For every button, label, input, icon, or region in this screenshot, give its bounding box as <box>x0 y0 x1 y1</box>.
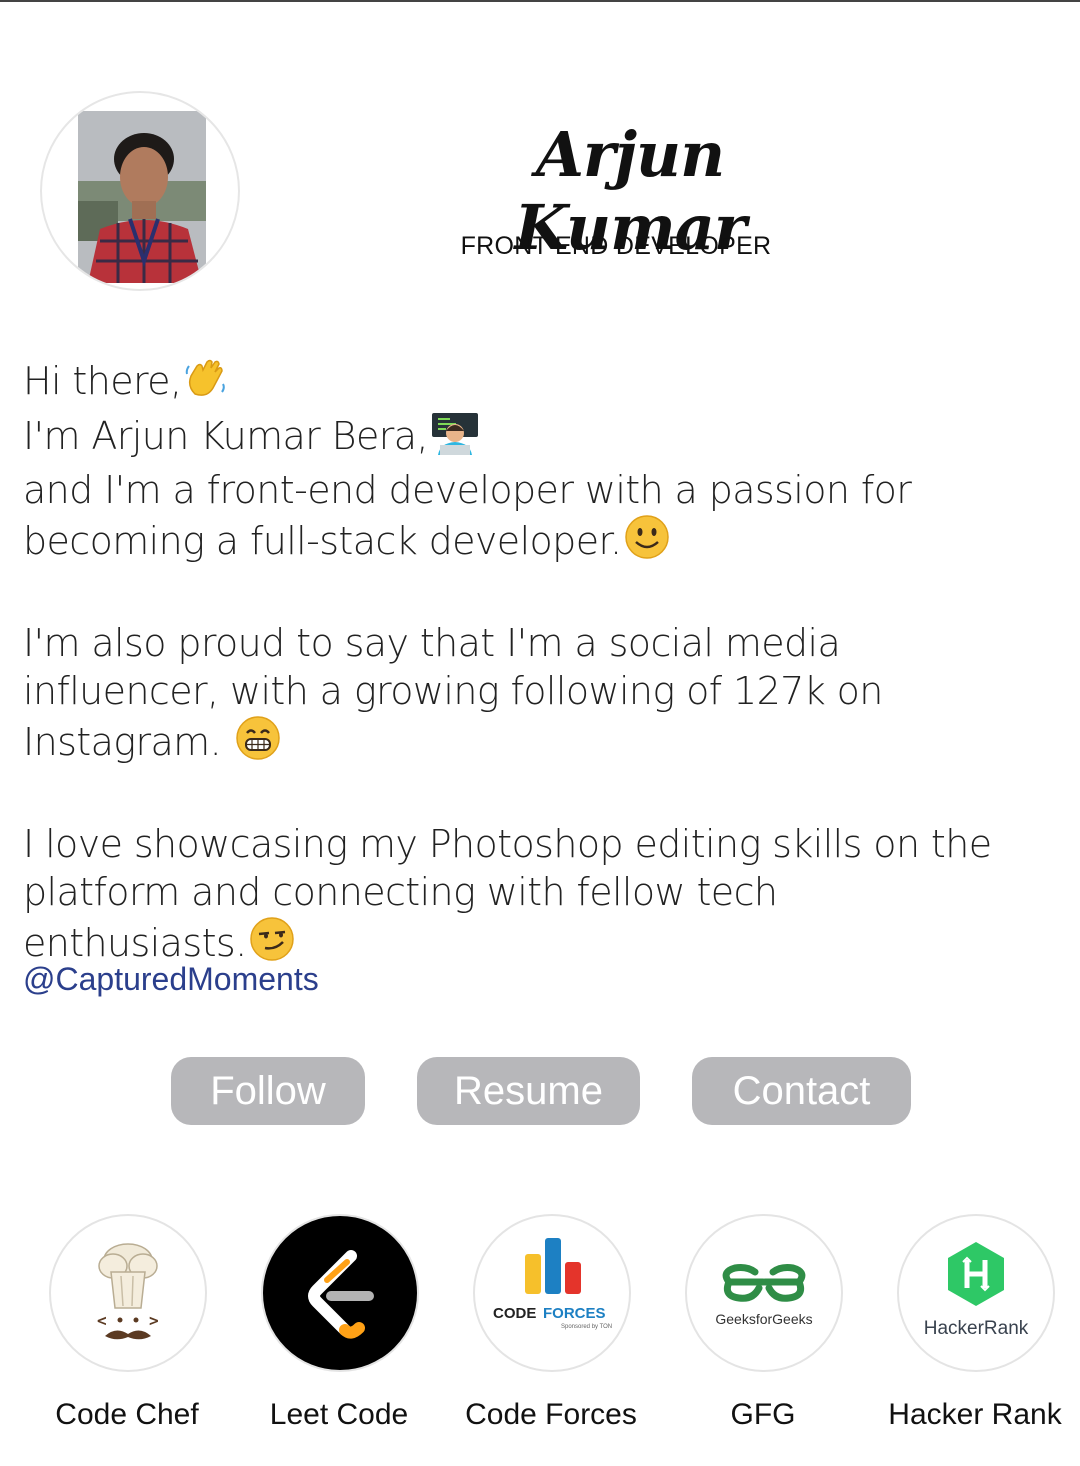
platform-hackerrank[interactable]: HackerRank Hacker Rank <box>875 1214 1075 1444</box>
leetcode-icon[interactable] <box>261 1214 419 1372</box>
platform-label: GFG <box>730 1398 796 1431</box>
svg-text:Sponsored by TON: Sponsored by TON <box>561 1324 612 1330</box>
platform-leetcode[interactable]: Leet Code <box>239 1214 439 1444</box>
svg-text:CODE: CODE <box>493 1305 536 1322</box>
platform-label: Code Forces <box>465 1398 637 1431</box>
bio-line: I'm Arjun Kumar Bera, <box>23 411 1043 466</box>
svg-text:>: > <box>149 1311 159 1330</box>
bio-line: I love showcasing my Photoshop editing s… <box>23 822 992 866</box>
hackerrank-icon[interactable]: HackerRank <box>897 1214 1055 1372</box>
resume-button[interactable]: Resume <box>417 1057 640 1125</box>
bio-line: becoming a full-stack developer. <box>23 514 1043 571</box>
follow-button[interactable]: Follow <box>171 1057 365 1125</box>
bio: Hi there, I'm Arjun Kumar Bera, and I'm … <box>23 356 1043 973</box>
codechef-chef-hat-icon[interactable]: < > <box>49 1214 207 1372</box>
smiling-face-icon <box>624 514 670 571</box>
svg-text:HackerRank: HackerRank <box>924 1318 1029 1339</box>
profile-photo <box>78 111 206 283</box>
top-border <box>0 0 1080 2</box>
bio-line: influencer, with a growing following of … <box>23 669 883 713</box>
bio-line: and I'm a front-end developer with a pas… <box>23 468 912 512</box>
bio-line: I'm also proud to say that I'm a social … <box>23 621 841 665</box>
svg-text:GeeksforGeeks: GeeksforGeeks <box>715 1311 812 1327</box>
avatar[interactable] <box>40 91 240 291</box>
platform-label: Code Chef <box>55 1398 199 1431</box>
bio-line: Instagram. <box>23 715 1043 772</box>
waving-hand-icon <box>183 356 227 411</box>
codeforces-icon[interactable]: CODE FORCES Sponsored by TON <box>473 1214 631 1372</box>
platform-codechef[interactable]: < > Code Chef <box>27 1214 227 1444</box>
technologist-icon <box>430 411 480 466</box>
svg-text:<: < <box>97 1311 107 1330</box>
profile-role: FRONT END DEVELOPER <box>460 232 772 260</box>
platform-gfg[interactable]: GeeksforGeeks GFG <box>663 1214 863 1444</box>
platform-label: Hacker Rank <box>888 1398 1062 1431</box>
platform-label: Leet Code <box>269 1398 409 1431</box>
geeksforgeeks-icon[interactable]: GeeksforGeeks <box>685 1214 843 1372</box>
bio-line: platform and connecting with fellow tech <box>23 870 778 914</box>
bio-line: Hi there, <box>23 356 1043 411</box>
svg-text:FORCES: FORCES <box>543 1305 606 1322</box>
contact-button[interactable]: Contact <box>692 1057 911 1125</box>
instagram-handle-link[interactable]: @CapturedMoments <box>23 961 319 998</box>
platform-codeforces[interactable]: CODE FORCES Sponsored by TON Code Forces <box>451 1214 651 1444</box>
grinning-face-icon <box>235 715 281 772</box>
